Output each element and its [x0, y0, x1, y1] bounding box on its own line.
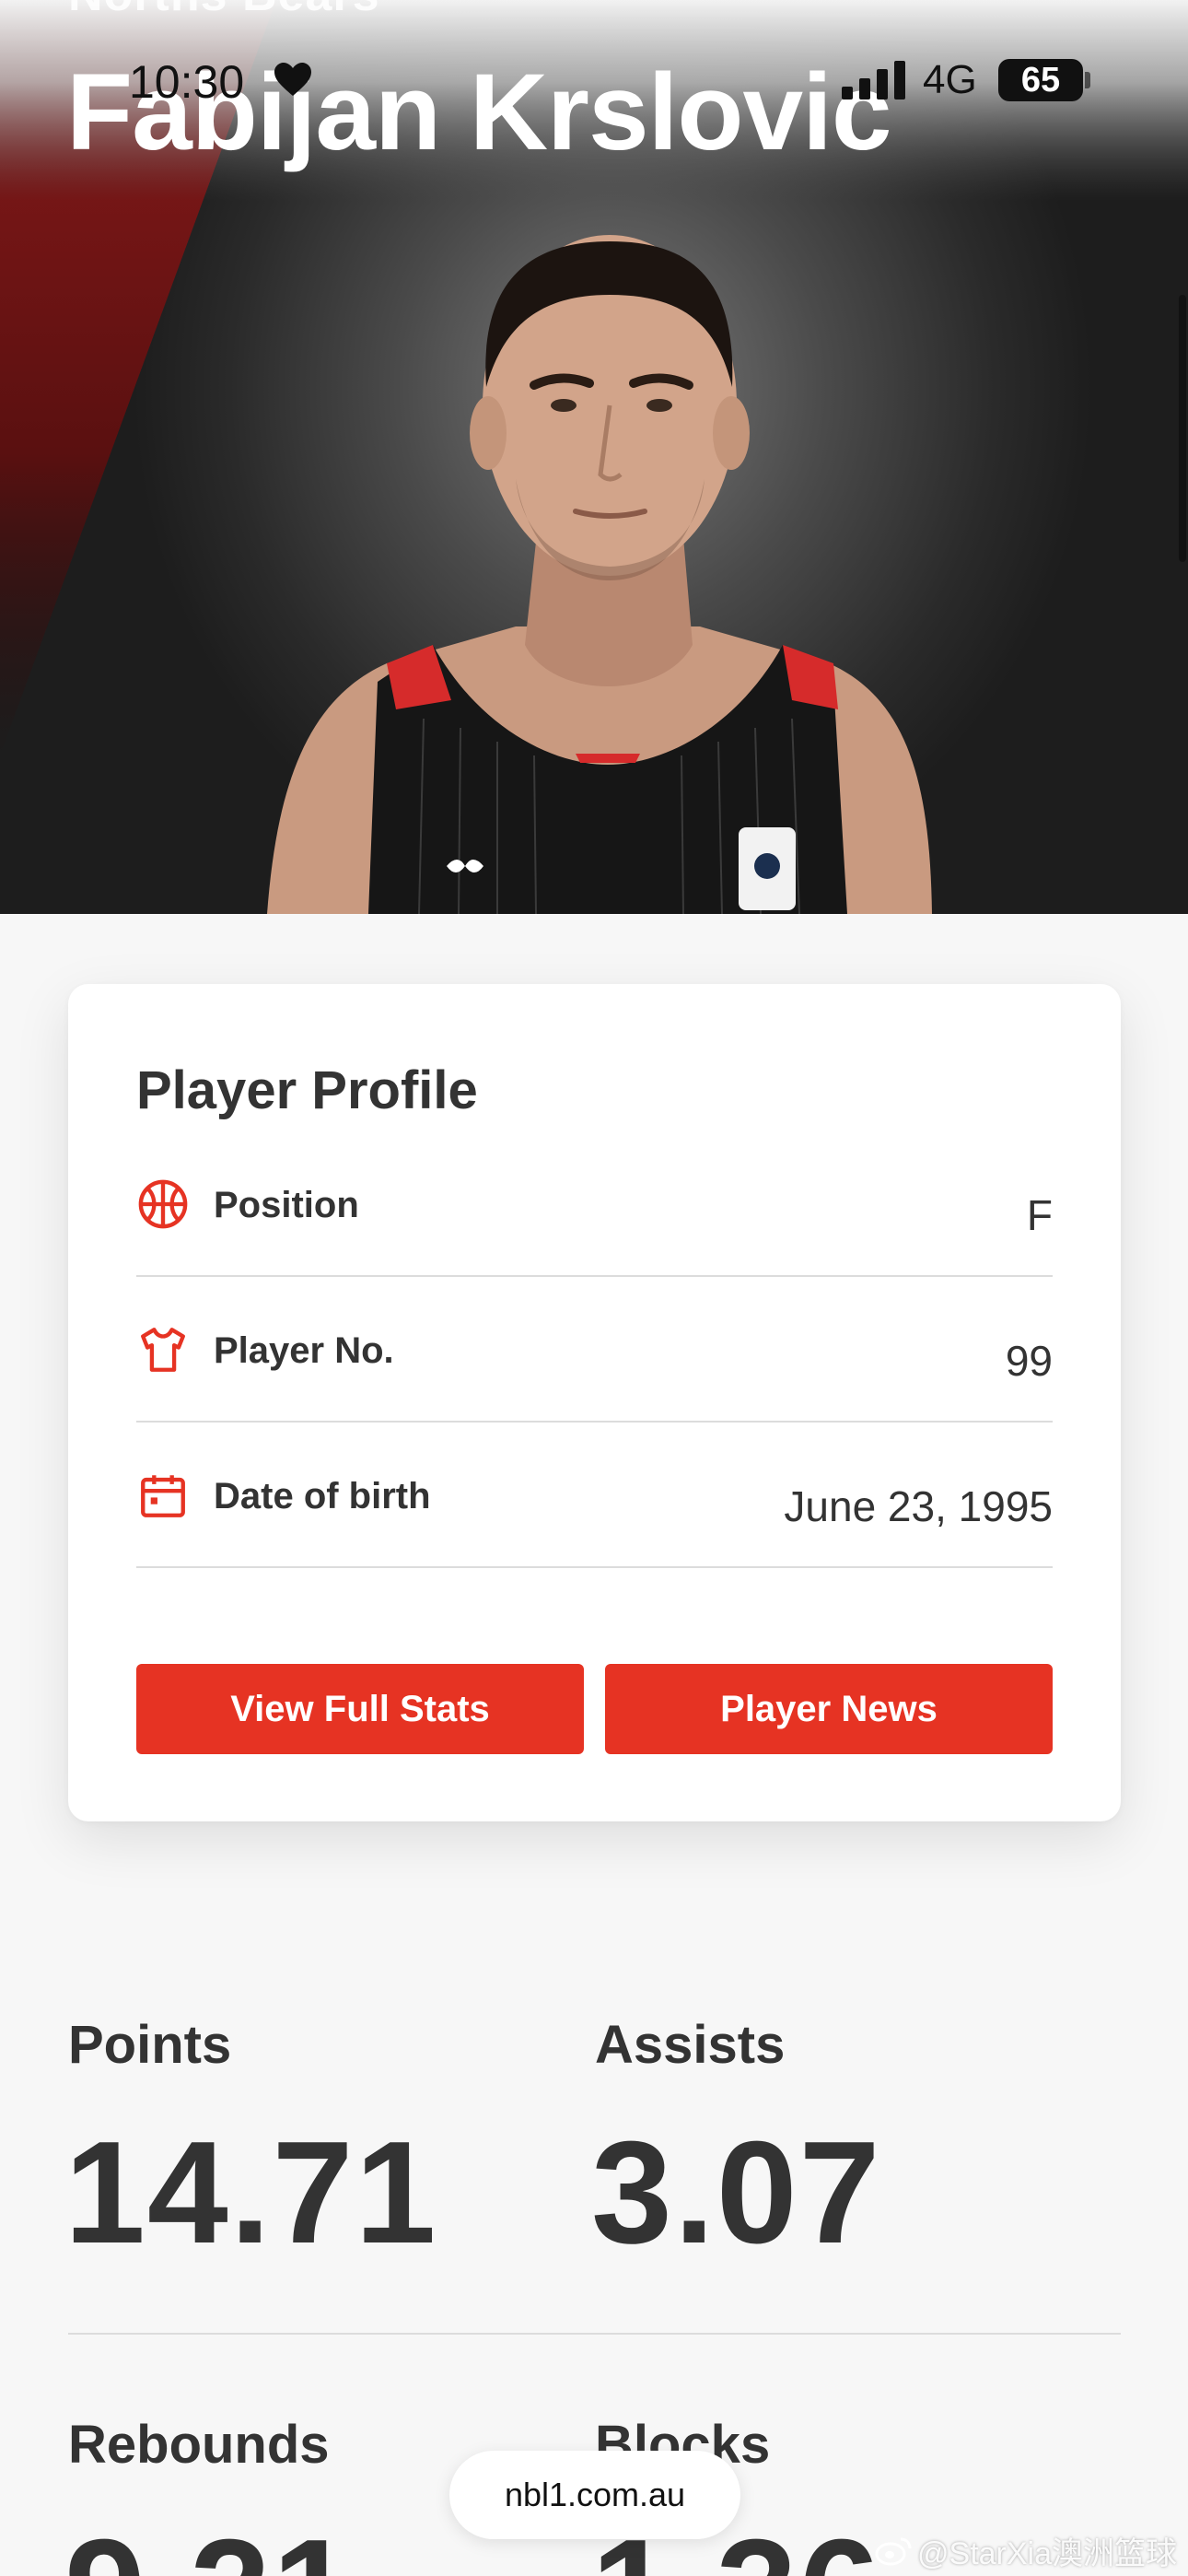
- jersey-icon: [141, 1328, 185, 1372]
- battery-indicator: 65: [998, 59, 1083, 101]
- team-name: Norths Bears: [68, 0, 380, 22]
- basketball-icon: [138, 1179, 188, 1229]
- network-label: 4G: [923, 57, 977, 102]
- stat-label-rebounds: Rebounds: [68, 2415, 330, 2475]
- stats-divider: [68, 2333, 1121, 2335]
- player-profile-card: Player Profile Position F Player No. 99: [68, 984, 1121, 1821]
- row-value: F: [1026, 1191, 1053, 1239]
- profile-title: Player Profile: [136, 1060, 478, 1120]
- browser-url-pill[interactable]: nbl1.com.au: [449, 2451, 740, 2539]
- row-label: Player No.: [214, 1330, 394, 1371]
- watermark-text: @StarXia澳洲篮球: [917, 2536, 1178, 2571]
- stat-label-points: Points: [68, 2015, 232, 2075]
- profile-row-position: Position F: [136, 1131, 1053, 1277]
- stat-value-points: 14.71: [64, 2112, 438, 2274]
- row-value: June 23, 1995: [784, 1482, 1053, 1530]
- signal-icon: [842, 61, 905, 100]
- stat-value-rebounds: 9.21: [64, 2508, 355, 2576]
- heart-icon: [274, 63, 311, 96]
- app-screen: Norths Bears Fabijan Krslovic 10:30 4G 6…: [0, 0, 1188, 2576]
- status-time: 10:30: [129, 56, 245, 108]
- calendar-icon: [141, 1475, 185, 1517]
- stat-value-assists: 3.07: [591, 2112, 882, 2274]
- watermark: @StarXia澳洲篮球: [875, 2528, 1177, 2573]
- battery-tip: [1085, 72, 1090, 88]
- profile-row-dob: Date of birth June 23, 1995: [136, 1423, 1053, 1568]
- row-label: Date of birth: [214, 1476, 431, 1516]
- scrollbar[interactable]: [1179, 295, 1186, 562]
- stat-label-assists: Assists: [595, 2015, 786, 2075]
- weibo-icon: [875, 2537, 912, 2565]
- view-full-stats-button[interactable]: View Full Stats: [136, 1664, 584, 1754]
- player-hero: Norths Bears Fabijan Krslovic 10:30 4G 6…: [0, 0, 1188, 914]
- row-label: Position: [214, 1185, 359, 1225]
- player-news-button[interactable]: Player News: [605, 1664, 1053, 1754]
- profile-row-player-no: Player No. 99: [136, 1277, 1053, 1423]
- row-value: 99: [1005, 1337, 1053, 1385]
